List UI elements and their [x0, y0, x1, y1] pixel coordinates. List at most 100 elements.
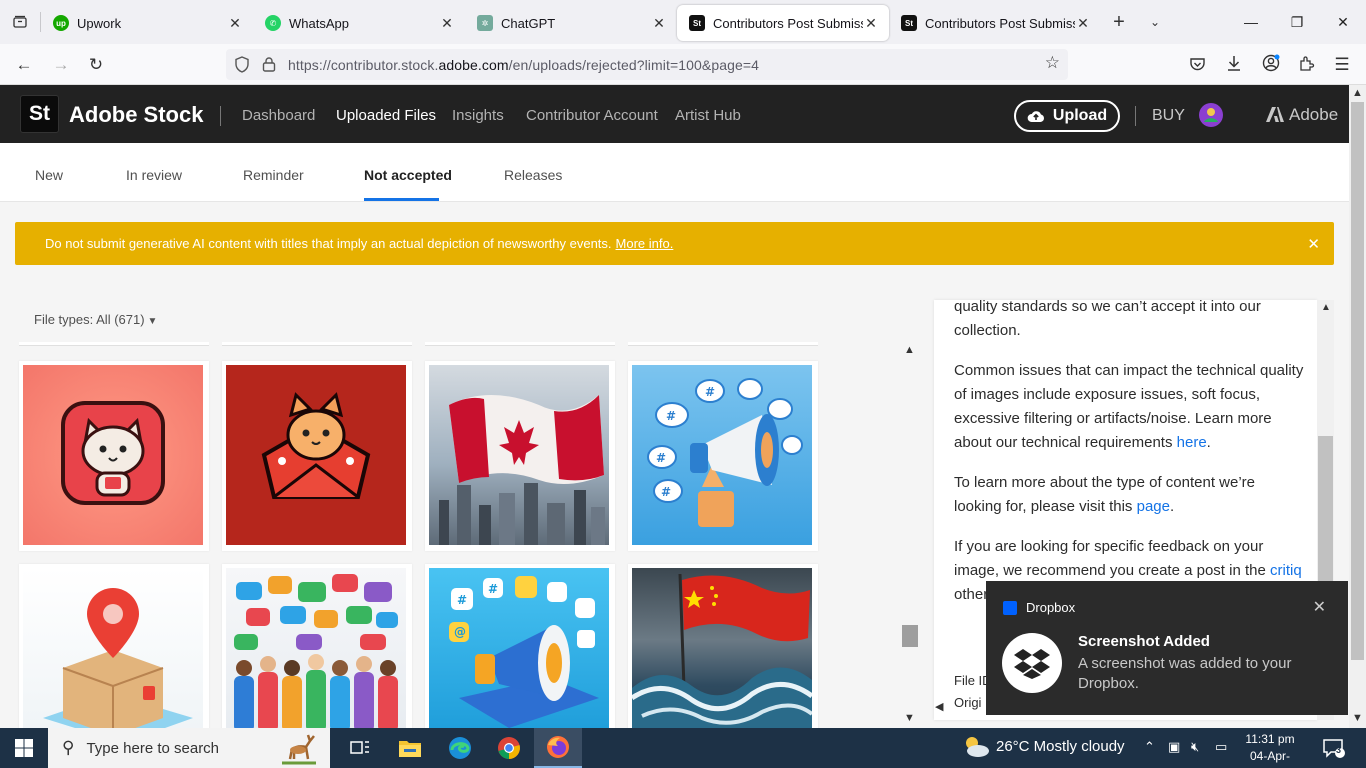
file-explorer-icon[interactable]: [386, 728, 434, 768]
nav-insights[interactable]: Insights: [452, 107, 504, 124]
tab-releases[interactable]: Releases: [504, 167, 562, 183]
brand-name[interactable]: Adobe Stock: [69, 102, 203, 128]
start-button[interactable]: [0, 728, 48, 768]
system-clock[interactable]: 11:31 pm 04-Apr-2024: [1240, 731, 1300, 768]
volume-muted-icon[interactable]: 🔇︎: [1191, 739, 1199, 755]
thumbnail-edge: [222, 342, 412, 346]
scroll-thumb[interactable]: [1351, 102, 1364, 660]
people-chat-bubbles-image: [234, 574, 398, 732]
close-tab-icon[interactable]: ✕: [227, 15, 243, 32]
dropbox-notification[interactable]: Dropbox ✕ Screenshot Added A screenshot …: [986, 581, 1348, 715]
close-tab-icon[interactable]: ✕: [863, 15, 879, 32]
filter-label: File types: All (671): [34, 312, 145, 327]
browser-tab-upwork[interactable]: up Upwork ✕: [41, 5, 253, 41]
show-hidden-icons-chevron-icon[interactable]: ⌃: [1144, 739, 1155, 755]
restore-icon[interactable]: ❐: [1274, 0, 1320, 44]
network-icon[interactable]: ▭: [1215, 739, 1227, 755]
chatgpt-icon: ✲: [477, 15, 493, 31]
bookmark-star-icon[interactable]: ☆: [1045, 53, 1060, 73]
nav-uploaded-files[interactable]: Uploaded Files: [336, 107, 436, 124]
scroll-down-icon[interactable]: ▼: [1352, 712, 1363, 724]
file-types-filter[interactable]: File types: All (671) ▼: [34, 312, 157, 327]
tab-new[interactable]: New: [35, 167, 63, 183]
adobe-link[interactable]: Adobe: [1266, 105, 1338, 125]
tab-in-review[interactable]: In review: [126, 167, 182, 183]
clock-time: 11:31 pm: [1245, 732, 1295, 746]
ai-content-warning-banner: Do not submit generative AI content with…: [15, 222, 1334, 265]
content-page-link[interactable]: page: [1137, 498, 1170, 515]
scroll-up-icon[interactable]: ▲: [1352, 87, 1363, 99]
header-divider: [220, 106, 221, 126]
technical-requirements-link[interactable]: here: [1177, 434, 1207, 451]
browser-tab-contributors-active[interactable]: St Contributors Post Submission ✕: [677, 5, 889, 41]
meet-now-icon[interactable]: ▣: [1168, 739, 1180, 755]
thumbnail-location-box[interactable]: [19, 564, 209, 754]
thumbnail-megaphone-social[interactable]: # # # #: [628, 361, 818, 551]
edge-browser-icon[interactable]: [436, 728, 484, 768]
taskbar-search-box[interactable]: ⚲ Type here to search: [48, 728, 330, 768]
adobe-stock-header: St Adobe Stock Dashboard Uploaded Files …: [0, 85, 1349, 143]
download-icon[interactable]: [1226, 55, 1242, 72]
pocket-icon[interactable]: [1189, 57, 1206, 72]
back-icon[interactable]: ←: [11, 52, 37, 78]
browser-tab-contributors[interactable]: St Contributors Post Submission ✕: [889, 5, 1101, 41]
menu-hamburger-icon[interactable]: ☰: [1329, 52, 1355, 78]
extensions-icon[interactable]: [1298, 55, 1315, 72]
more-info-link[interactable]: More info.: [616, 236, 674, 251]
cloudy-weather-icon: [966, 737, 989, 757]
close-tab-icon[interactable]: ✕: [1075, 15, 1091, 32]
close-banner-icon[interactable]: ✕: [1307, 235, 1320, 253]
scroll-up-icon[interactable]: ▲: [1321, 302, 1331, 313]
list-tabs-chevron-icon[interactable]: ⌄: [1137, 15, 1173, 29]
close-notification-icon[interactable]: ✕: [1313, 597, 1326, 617]
notification-app-name: Dropbox: [1026, 600, 1076, 615]
tab-not-accepted[interactable]: Not accepted: [364, 167, 452, 183]
buy-link[interactable]: BUY: [1152, 107, 1185, 125]
tab-title: ChatGPT: [501, 15, 556, 31]
thumbnail-cat-icon[interactable]: [19, 361, 209, 551]
scroll-left-icon[interactable]: ◀: [935, 700, 943, 713]
chrome-browser-icon[interactable]: [485, 728, 533, 768]
adobe-stock-logo[interactable]: St: [20, 95, 59, 133]
tab-overview-icon[interactable]: [0, 0, 40, 44]
account-icon[interactable]: [1262, 54, 1280, 72]
browser-tab-chatgpt[interactable]: ✲ ChatGPT ✕: [465, 5, 677, 41]
page-scrollbar[interactable]: ▲ ▼: [1349, 85, 1366, 728]
notification-center-icon[interactable]: 3: [1323, 738, 1345, 763]
tab-reminder[interactable]: Reminder: [243, 167, 304, 183]
critique-link[interactable]: critiq: [1270, 562, 1302, 579]
upload-button[interactable]: Upload: [1014, 100, 1120, 132]
forward-icon[interactable]: →: [48, 52, 74, 78]
svg-text:#: #: [666, 409, 676, 423]
scroll-up-icon[interactable]: ▲: [904, 344, 915, 356]
banner-text: Do not submit generative AI content with…: [45, 236, 612, 251]
close-window-icon[interactable]: ✕: [1320, 0, 1366, 44]
windows-logo-icon: [15, 739, 33, 757]
task-view-icon[interactable]: [336, 728, 384, 768]
grid-scrollbar[interactable]: ▲ ▼: [901, 340, 919, 728]
reload-icon[interactable]: ↻: [83, 52, 109, 78]
close-tab-icon[interactable]: ✕: [651, 15, 667, 32]
thumbnail-china-flag-sea[interactable]: [628, 564, 818, 754]
adobe-stock-icon: St: [901, 15, 917, 31]
avatar[interactable]: [1199, 103, 1223, 127]
nav-contributor-account[interactable]: Contributor Account: [526, 107, 658, 124]
new-tab-icon[interactable]: +: [1101, 11, 1137, 34]
url-bar[interactable]: https://contributor.stock.adobe.com/en/u…: [226, 49, 1068, 80]
scroll-thumb[interactable]: [902, 625, 918, 647]
nav-dashboard[interactable]: Dashboard: [242, 107, 315, 124]
thumbnail-people-chat[interactable]: [222, 564, 412, 754]
thumbnail-cat-envelope[interactable]: [222, 361, 412, 551]
thumbnail-megaphone-phone[interactable]: # # @: [425, 564, 615, 754]
lock-icon[interactable]: [262, 56, 276, 72]
weather-widget[interactable]: 26°C Mostly cloudy: [962, 737, 1125, 757]
tracking-protection-icon[interactable]: [234, 56, 250, 73]
scroll-thumb[interactable]: [1318, 436, 1333, 581]
browser-tab-whatsapp[interactable]: ✆ WhatsApp ✕: [253, 5, 465, 41]
scroll-down-icon[interactable]: ▼: [904, 712, 915, 724]
nav-artist-hub[interactable]: Artist Hub: [675, 107, 741, 124]
thumbnail-canada-flag[interactable]: [425, 361, 615, 551]
minimize-icon[interactable]: —: [1228, 0, 1274, 44]
firefox-browser-icon[interactable]: [534, 728, 582, 768]
close-tab-icon[interactable]: ✕: [439, 15, 455, 32]
